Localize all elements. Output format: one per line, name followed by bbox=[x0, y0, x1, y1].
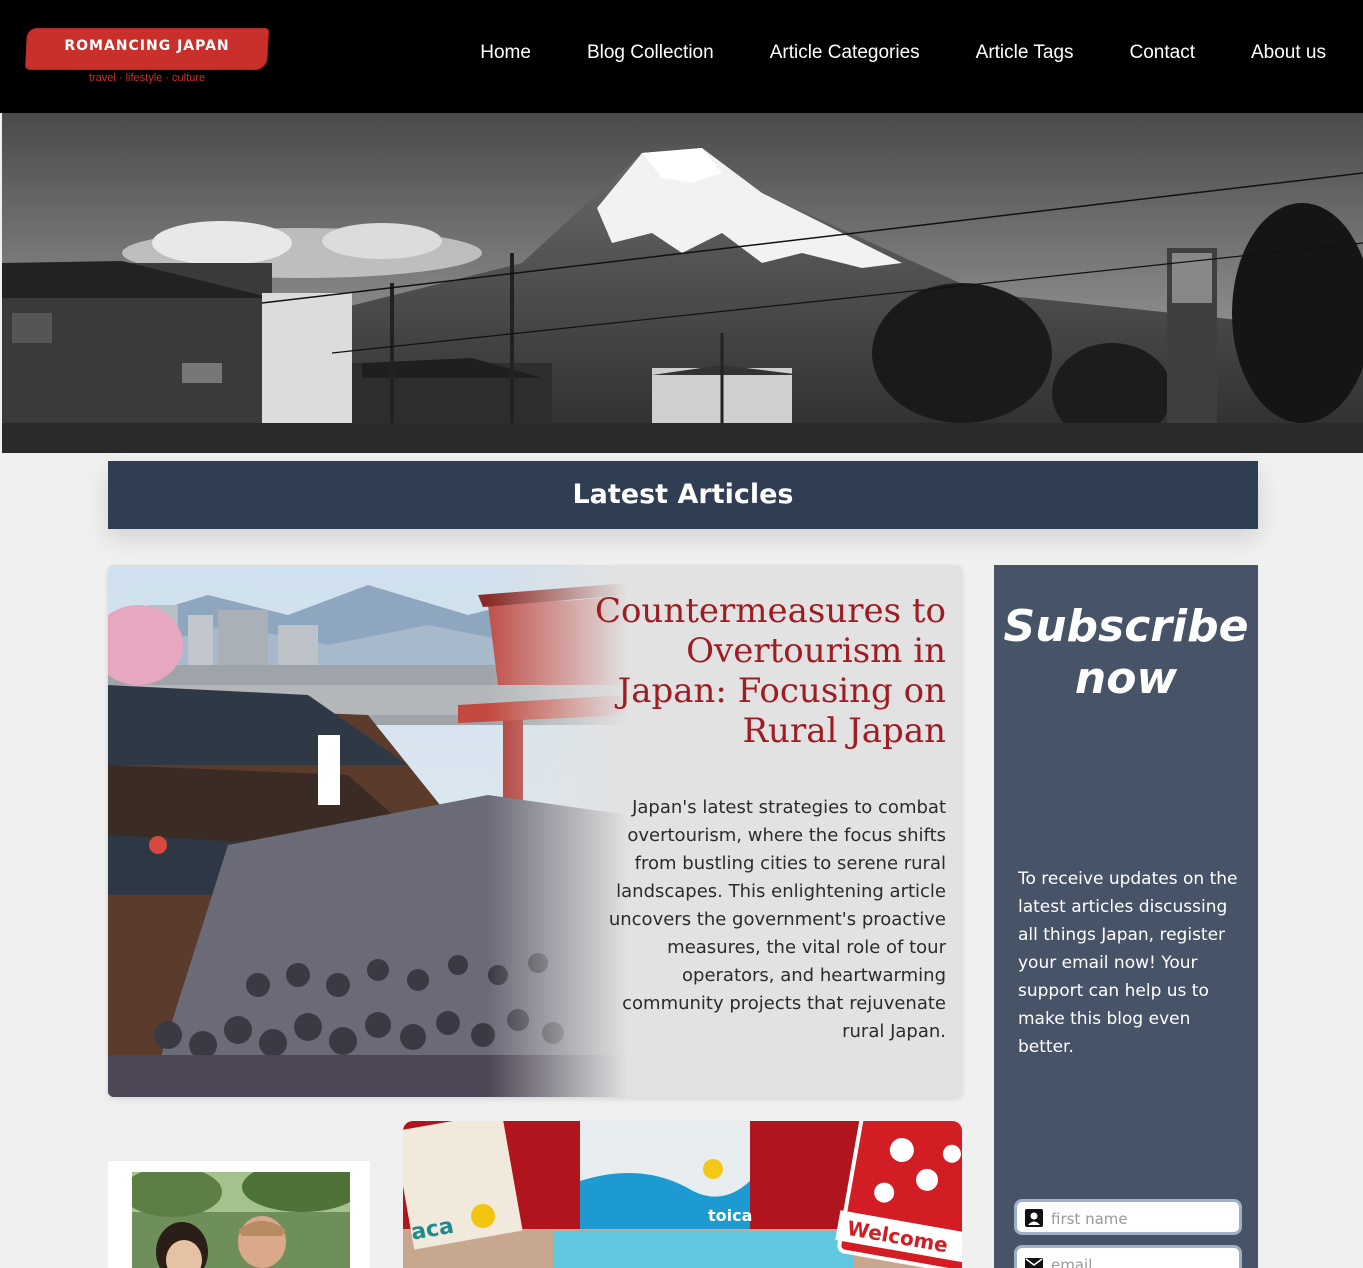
site-header: ROMANCING JAPAN travel · lifestyle · cul… bbox=[0, 0, 1363, 113]
user-card-icon bbox=[1025, 1209, 1043, 1227]
article-card-small-image bbox=[132, 1172, 350, 1268]
article-card-wide-image: aca toica Welcome bbox=[403, 1121, 962, 1268]
main-nav: Home Blog Collection Article Categories … bbox=[480, 42, 1326, 64]
subscribe-title: Subscribe now bbox=[1003, 601, 1249, 704]
hero-banner bbox=[2, 113, 1363, 453]
nav-home[interactable]: Home bbox=[480, 42, 531, 64]
email-field[interactable] bbox=[1014, 1245, 1242, 1268]
envelope-icon bbox=[1025, 1258, 1043, 1268]
featured-article-title[interactable]: Countermeasures to Overtourism in Japan:… bbox=[576, 591, 946, 751]
nav-article-tags[interactable]: Article Tags bbox=[976, 42, 1074, 64]
email-input[interactable] bbox=[1049, 1252, 1237, 1268]
featured-article-excerpt: Japan's latest strategies to combat over… bbox=[608, 797, 946, 1042]
subscribe-panel: Subscribe now To receive updates on the … bbox=[994, 565, 1258, 1268]
card-text-toica: toica bbox=[708, 1206, 752, 1225]
nav-article-categories[interactable]: Article Categories bbox=[770, 42, 920, 64]
hero-mountain-image bbox=[2, 113, 1363, 453]
nav-about-us[interactable]: About us bbox=[1251, 42, 1326, 64]
nav-blog-collection[interactable]: Blog Collection bbox=[587, 42, 714, 64]
site-logo[interactable]: ROMANCING JAPAN travel · lifestyle · cul… bbox=[24, 28, 270, 88]
nav-contact[interactable]: Contact bbox=[1130, 42, 1195, 64]
first-name-input[interactable] bbox=[1049, 1206, 1237, 1232]
page: ROMANCING JAPAN travel · lifestyle · cul… bbox=[0, 0, 1363, 1268]
subscribe-description: To receive updates on the latest article… bbox=[1018, 869, 1238, 1057]
first-name-field[interactable] bbox=[1014, 1199, 1242, 1235]
logo-tagline: travel · lifestyle · culture bbox=[88, 72, 206, 84]
section-title: Latest Articles bbox=[572, 479, 794, 510]
article-card-wide[interactable]: aca toica Welcome bbox=[403, 1121, 962, 1268]
latest-articles-bar: Latest Articles bbox=[108, 461, 1258, 529]
article-card-small[interactable] bbox=[108, 1161, 370, 1268]
logo-name: ROMANCING JAPAN bbox=[64, 38, 230, 54]
featured-article-card[interactable]: Countermeasures to Overtourism in Japan:… bbox=[108, 565, 962, 1097]
